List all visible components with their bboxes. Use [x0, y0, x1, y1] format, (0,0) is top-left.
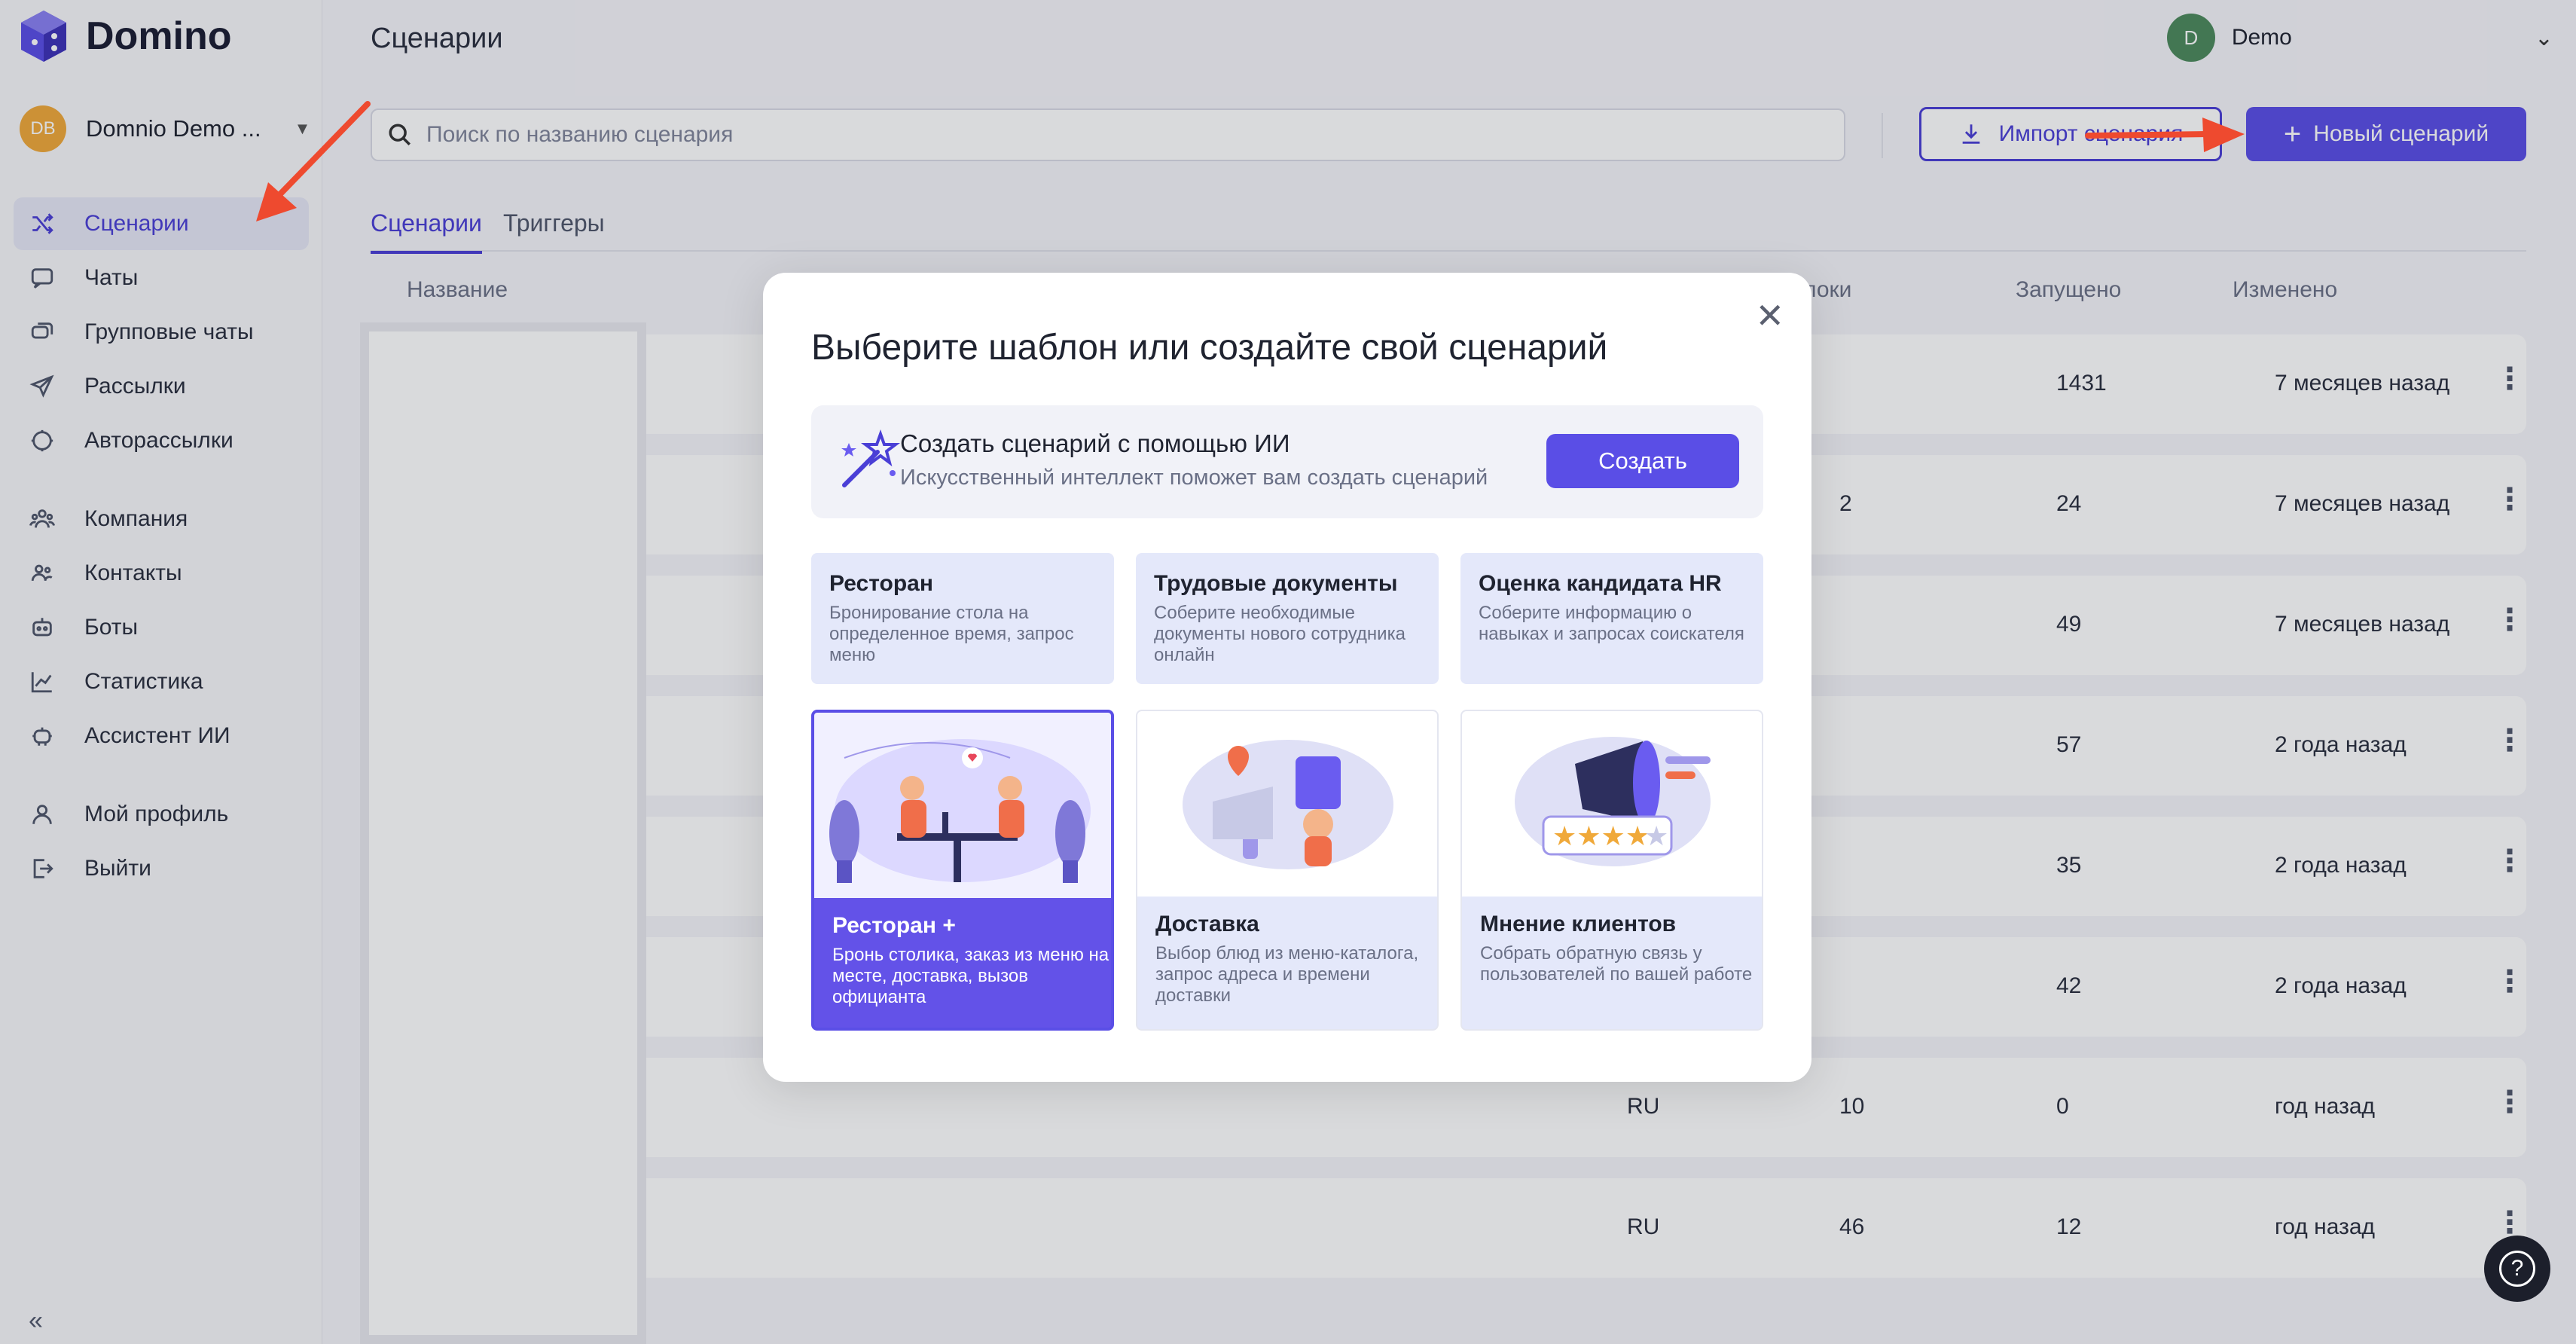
template-name: Мнение клиентов: [1480, 912, 1677, 936]
svg-text:★★★★: ★★★★: [1552, 821, 1650, 852]
template-card-restaurant[interactable]: Ресторан Бронирование стола на определен…: [811, 553, 1114, 684]
template-card-hr-candidate[interactable]: Оценка кандидата HR Соберите информацию …: [1460, 553, 1763, 684]
template-description: Соберите необходимые документы нового со…: [1154, 603, 1406, 665]
template-modal: ✕ Выберите шаблон или создайте свой сцен…: [763, 273, 1811, 1082]
template-description: Выбор блюд из меню-каталога, запрос адре…: [1155, 943, 1419, 1006]
annotation-arrow-icon: [2085, 118, 2245, 152]
template-name: Ресторан +: [832, 913, 956, 938]
close-icon[interactable]: ✕: [1755, 295, 1784, 336]
template-description: Собрать обратную связь у пользователей п…: [1480, 943, 1753, 985]
template-card-delivery[interactable]: Доставка Выбор блюд из меню-каталога, за…: [1136, 710, 1439, 1031]
question-icon: ?: [2499, 1251, 2535, 1287]
template-name: Оценка кандидата HR: [1479, 571, 1722, 596]
magic-wand-icon: [841, 429, 900, 487]
restaurant-illustration: [814, 713, 1111, 898]
template-description: Соберите информацию о навыках и запросах…: [1479, 603, 1744, 644]
feedback-illustration: ★★★★ ★: [1462, 711, 1762, 897]
template-name: Трудовые документы: [1154, 571, 1398, 596]
ai-create-title: Создать сценарий с помощью ИИ: [900, 429, 1290, 457]
template-description: Бронирование стола на определенное время…: [829, 603, 1074, 665]
ai-create-button[interactable]: Создать: [1546, 434, 1739, 488]
template-card-customer-feedback[interactable]: ★★★★ ★ Мнение клиентов Собрать обратную …: [1460, 710, 1763, 1031]
delivery-illustration: [1137, 711, 1437, 897]
annotation-arrow-icon: [256, 101, 371, 221]
svg-text:★: ★: [1644, 821, 1668, 852]
template-name: Доставка: [1155, 912, 1259, 936]
ai-create-description: Искусственный интеллект поможет вам созд…: [900, 466, 1488, 490]
help-button[interactable]: ?: [2484, 1236, 2550, 1302]
template-card-restaurant-plus[interactable]: Ресторан + Бронь столика, заказ из меню …: [811, 710, 1114, 1031]
template-name: Ресторан: [829, 571, 933, 596]
modal-title: Выберите шаблон или создайте свой сценар…: [811, 328, 1608, 368]
template-card-labor-documents[interactable]: Трудовые документы Соберите необходимые …: [1136, 553, 1439, 684]
template-description: Бронь столика, заказ из меню на месте, д…: [832, 945, 1109, 1007]
ai-create-panel: Создать сценарий с помощью ИИ Искусствен…: [811, 405, 1763, 518]
